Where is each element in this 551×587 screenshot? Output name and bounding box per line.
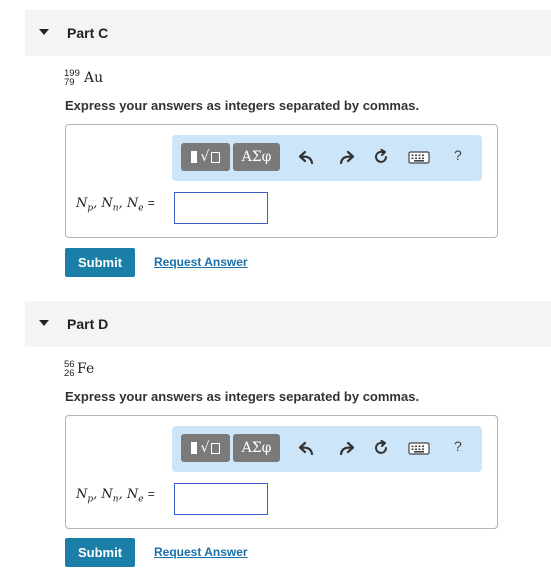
sqrt-icon: √ bbox=[200, 149, 210, 165]
sqrt-icon: √ bbox=[200, 440, 210, 456]
undo-icon[interactable] bbox=[298, 148, 316, 166]
box-icon bbox=[211, 442, 221, 454]
variables-label: Np, Nn, Ne = bbox=[76, 487, 155, 505]
redo-icon[interactable] bbox=[337, 148, 355, 166]
answer-input[interactable] bbox=[174, 192, 268, 224]
math-toolbar: √ ΑΣφ ? bbox=[172, 135, 482, 181]
instruction-text: Express your answers as integers separat… bbox=[65, 389, 420, 404]
submit-button[interactable]: Submit bbox=[65, 248, 135, 277]
templates-button[interactable]: √ bbox=[181, 143, 230, 171]
request-answer-link[interactable]: Request Answer bbox=[154, 255, 248, 269]
part-title: Part C bbox=[67, 25, 109, 41]
help-button[interactable]: ? bbox=[454, 438, 472, 456]
nuclide-symbol: 199 79 Au bbox=[64, 69, 124, 93]
block-icon bbox=[190, 151, 197, 163]
greek-symbols-button[interactable]: ΑΣφ bbox=[233, 143, 280, 171]
part-d-header[interactable]: Part D bbox=[25, 301, 551, 347]
atomic-number: 26 bbox=[64, 368, 75, 379]
variables-label: Np, Nn, Ne = bbox=[76, 196, 155, 214]
submit-button[interactable]: Submit bbox=[65, 538, 135, 567]
request-answer-link[interactable]: Request Answer bbox=[154, 545, 248, 559]
atomic-number: 79 bbox=[64, 77, 75, 88]
block-icon bbox=[190, 442, 197, 454]
keyboard-icon[interactable] bbox=[408, 439, 430, 457]
templates-button[interactable]: √ bbox=[181, 434, 230, 462]
instruction-text: Express your answers as integers separat… bbox=[65, 98, 420, 113]
math-toolbar: √ ΑΣφ ? bbox=[172, 426, 482, 472]
answer-box: √ ΑΣφ ? Np, Nn, Ne = bbox=[65, 415, 498, 529]
reset-icon[interactable] bbox=[372, 439, 390, 457]
greek-symbols-button[interactable]: ΑΣφ bbox=[233, 434, 280, 462]
element-symbol: Fe bbox=[77, 361, 95, 377]
keyboard-icon[interactable] bbox=[408, 148, 430, 166]
answer-box: √ ΑΣφ ? Np, Nn, Ne = bbox=[65, 124, 498, 238]
collapse-caret-icon[interactable] bbox=[39, 29, 49, 35]
undo-icon[interactable] bbox=[298, 439, 316, 457]
reset-icon[interactable] bbox=[372, 148, 390, 166]
nuclide-symbol: 56 26 Fe bbox=[64, 360, 124, 384]
answer-input[interactable] bbox=[174, 483, 268, 515]
part-c-header[interactable]: Part C bbox=[25, 10, 551, 56]
redo-icon[interactable] bbox=[337, 439, 355, 457]
help-button[interactable]: ? bbox=[454, 147, 472, 165]
element-symbol: Au bbox=[84, 70, 104, 86]
part-title: Part D bbox=[67, 316, 109, 332]
box-icon bbox=[211, 151, 221, 163]
collapse-caret-icon[interactable] bbox=[39, 320, 49, 326]
